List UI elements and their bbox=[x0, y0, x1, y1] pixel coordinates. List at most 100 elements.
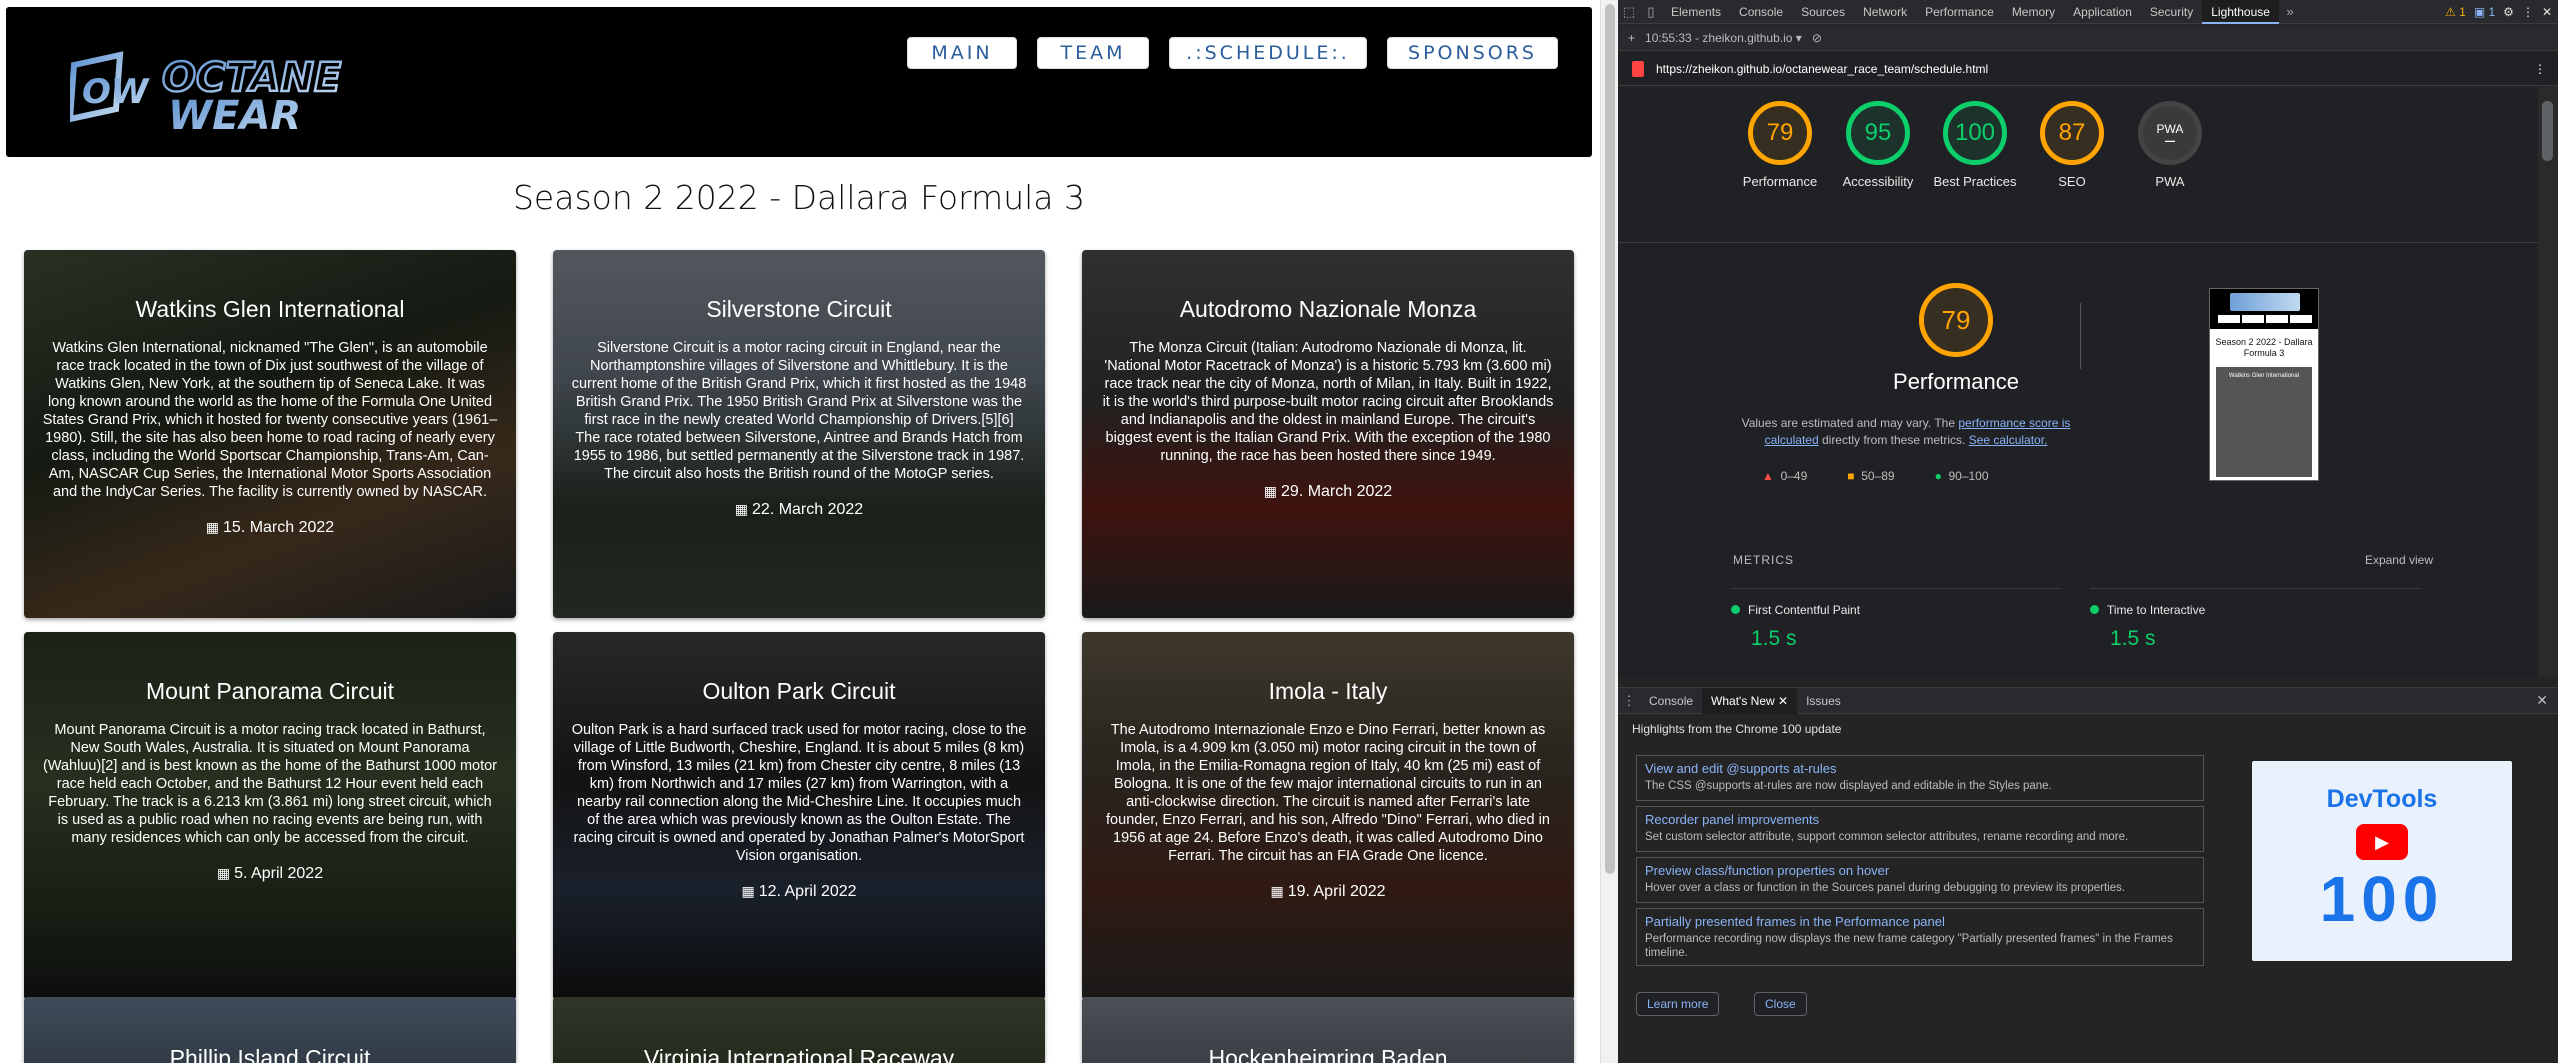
gauge-pwa[interactable]: PWA – PWA bbox=[2125, 101, 2215, 190]
message-badge[interactable]: ▣ 1 bbox=[2474, 5, 2495, 19]
news-description: The CSS @supports at-rules are now displ… bbox=[1645, 780, 2052, 792]
calendar-icon: ▦ bbox=[741, 883, 755, 899]
close-tab-icon[interactable]: ✕ bbox=[1778, 694, 1788, 708]
card-description: Silverstone Circuit is a motor racing ci… bbox=[571, 340, 1027, 482]
tab-elements[interactable]: Elements bbox=[1662, 0, 1730, 24]
devtools-100-promo[interactable]: DevTools ▶ 100 bbox=[2252, 761, 2512, 961]
page-scrollbar-thumb[interactable] bbox=[1605, 4, 1615, 874]
more-tabs-icon[interactable]: » bbox=[2279, 4, 2301, 19]
promo-title: DevTools bbox=[2326, 785, 2438, 813]
card-description: Mount Panorama Circuit is a motor racing… bbox=[42, 722, 498, 846]
news-item[interactable]: Partially presented frames in the Perfor… bbox=[1636, 908, 2204, 966]
race-card: Mount Panorama Circuit Mount Panorama Ci… bbox=[24, 632, 516, 1000]
close-button[interactable]: Close bbox=[1754, 992, 1807, 1016]
see-calculator-link[interactable]: See calculator. bbox=[1969, 433, 2048, 447]
close-devtools-icon[interactable]: ✕ bbox=[2542, 5, 2552, 19]
race-card: Imola - Italy The Autodromo Internaziona… bbox=[1082, 632, 1574, 1000]
drawer-tab-console[interactable]: Console bbox=[1640, 688, 1702, 714]
more-options-icon[interactable]: ⋮ bbox=[2522, 5, 2534, 19]
nav-main-button[interactable]: MAIN bbox=[907, 37, 1017, 69]
card-date: ▦ 19. April 2022 bbox=[1270, 883, 1386, 900]
devtools-status-icons: ⚠ 1 ▣ 1 ⚙ ⋮ ✕ bbox=[2445, 0, 2552, 24]
news-title-link[interactable]: Partially presented frames in the Perfor… bbox=[1645, 914, 2195, 929]
gauge-best-practices[interactable]: 100 Best Practices bbox=[1930, 101, 2020, 190]
card-date: ▦ 15. March 2022 bbox=[205, 519, 335, 536]
race-card: Oulton Park Circuit Oulton Park is a har… bbox=[553, 632, 1045, 1000]
nav-sponsors-button[interactable]: SPONSORS bbox=[1387, 37, 1558, 69]
news-item[interactable]: Preview class/function properties on hov… bbox=[1636, 857, 2204, 903]
final-screenshot-thumbnail[interactable]: Season 2 2022 - Dallara Formula 3 Watkin… bbox=[2209, 288, 2319, 481]
news-item[interactable]: View and edit @supports at-rules The CSS… bbox=[1636, 755, 2204, 801]
news-title-link[interactable]: View and edit @supports at-rules bbox=[1645, 761, 2195, 776]
triangle-icon: ▲ bbox=[1762, 469, 1774, 483]
card-title: Mount Panorama Circuit bbox=[146, 678, 394, 704]
race-card: Autodromo Nazionale Monza The Monza Circ… bbox=[1082, 250, 1574, 618]
page-scrollbar[interactable] bbox=[1600, 0, 1618, 1063]
card-title: Virginia International Raceway bbox=[643, 1045, 955, 1063]
svg-text:WEAR: WEAR bbox=[168, 93, 301, 137]
calendar-icon: ▦ bbox=[216, 865, 231, 881]
report-scrollbar-thumb[interactable] bbox=[2542, 101, 2553, 161]
audited-url[interactable]: https://zheikon.github.io/octanewear_rac… bbox=[1656, 62, 1988, 76]
close-drawer-icon[interactable]: ✕ bbox=[2536, 692, 2548, 709]
report-selector[interactable]: 10:55:33 - zheikon.github.io ▾ bbox=[1645, 31, 1802, 45]
card-description: Watkins Glen International, nicknamed "T… bbox=[42, 340, 498, 500]
performance-description: Values are estimated and may vary. The p… bbox=[1741, 416, 2071, 447]
drawer-tab-issues[interactable]: Issues bbox=[1797, 688, 1850, 714]
device-toolbar-icon[interactable]: ▯ bbox=[1640, 4, 1662, 20]
nav-team-button[interactable]: TEAM bbox=[1037, 37, 1149, 69]
card-title: Silverstone Circuit bbox=[706, 296, 892, 322]
gauge-seo[interactable]: 87 SEO bbox=[2027, 101, 2117, 190]
card-description: The Monza Circuit (Italian: Autodromo Na… bbox=[1102, 340, 1554, 464]
card-description: The Autodromo Internazionale Enzo e Dino… bbox=[1106, 722, 1550, 864]
octane-wear-logo[interactable]: OW OCTANE WEAR bbox=[70, 47, 440, 137]
tab-network[interactable]: Network bbox=[1854, 0, 1916, 24]
clear-reports-icon[interactable]: ⊘ bbox=[1812, 31, 1822, 45]
warning-badge[interactable]: ⚠ 1 bbox=[2445, 5, 2466, 19]
score-ring: 79 bbox=[1919, 283, 1993, 357]
expand-view-toggle[interactable]: Expand view bbox=[2365, 553, 2433, 567]
tab-application[interactable]: Application bbox=[2064, 0, 2141, 24]
tab-sources[interactable]: Sources bbox=[1792, 0, 1854, 24]
gauge-label: PWA bbox=[2155, 174, 2185, 189]
thumbnail-title: Season 2 2022 - Dallara Formula 3 bbox=[2215, 337, 2313, 358]
card-title: Phillip Island Circuit bbox=[169, 1045, 371, 1063]
inspect-element-icon[interactable]: ⬚ bbox=[1618, 4, 1640, 20]
race-card: Virginia International Raceway bbox=[553, 997, 1045, 1063]
lighthouse-report: 79 Performance 95 Accessibility 100 Best… bbox=[1618, 87, 2538, 677]
race-card: Phillip Island Circuit bbox=[24, 997, 516, 1063]
page-title: Season 2 2022 - Dallara Formula 3 bbox=[512, 178, 1085, 217]
drawer-menu-icon[interactable]: ⋮ bbox=[1618, 693, 1640, 709]
square-icon: ■ bbox=[1847, 469, 1855, 483]
drawer-tab-whats-new[interactable]: What's New ✕ bbox=[1702, 687, 1798, 714]
new-report-icon[interactable]: + bbox=[1628, 31, 1635, 45]
gauge-label: Accessibility bbox=[1842, 174, 1914, 189]
card-date: ▦ 22. March 2022 bbox=[734, 501, 864, 518]
legend-fail: ▲ 0–49 bbox=[1762, 469, 1808, 483]
tab-memory[interactable]: Memory bbox=[2003, 0, 2064, 24]
gauge-accessibility[interactable]: 95 Accessibility bbox=[1833, 101, 1923, 190]
calendar-icon: ▦ bbox=[1270, 883, 1284, 899]
score-ring: 87 bbox=[2040, 101, 2104, 165]
nav-schedule-button[interactable]: .:SCHEDULE:. bbox=[1169, 37, 1367, 69]
tab-lighthouse[interactable]: Lighthouse bbox=[2202, 0, 2279, 24]
thumbnail-card: Watkins Glen International bbox=[2216, 367, 2312, 477]
pass-dot-icon bbox=[2090, 605, 2099, 614]
learn-more-button[interactable]: Learn more bbox=[1636, 992, 1720, 1016]
news-title-link[interactable]: Preview class/function properties on hov… bbox=[1645, 863, 2195, 878]
card-date: ▦ 29. March 2022 bbox=[1263, 483, 1393, 500]
report-scrollbar[interactable] bbox=[2538, 87, 2558, 677]
url-menu-icon[interactable]: ⋮ bbox=[2534, 62, 2546, 76]
gauge-performance[interactable]: 79 Performance bbox=[1735, 101, 1825, 190]
news-item[interactable]: Recorder panel improvements Set custom s… bbox=[1636, 806, 2204, 852]
calendar-icon: ▦ bbox=[205, 519, 220, 535]
news-title-link[interactable]: Recorder panel improvements bbox=[1645, 812, 2195, 827]
tab-performance[interactable]: Performance bbox=[1916, 0, 2003, 24]
tab-security[interactable]: Security bbox=[2141, 0, 2202, 24]
youtube-play-icon[interactable]: ▶ bbox=[2356, 824, 2408, 860]
settings-gear-icon[interactable]: ⚙ bbox=[2503, 5, 2514, 19]
race-card: Hockenheimring Baden bbox=[1082, 997, 1574, 1063]
tab-console[interactable]: Console bbox=[1730, 0, 1792, 24]
performance-score-large: 79 Performance bbox=[1856, 283, 2056, 395]
score-legend: ▲ 0–49 ■ 50–89 ● 90–100 bbox=[1762, 469, 2082, 483]
